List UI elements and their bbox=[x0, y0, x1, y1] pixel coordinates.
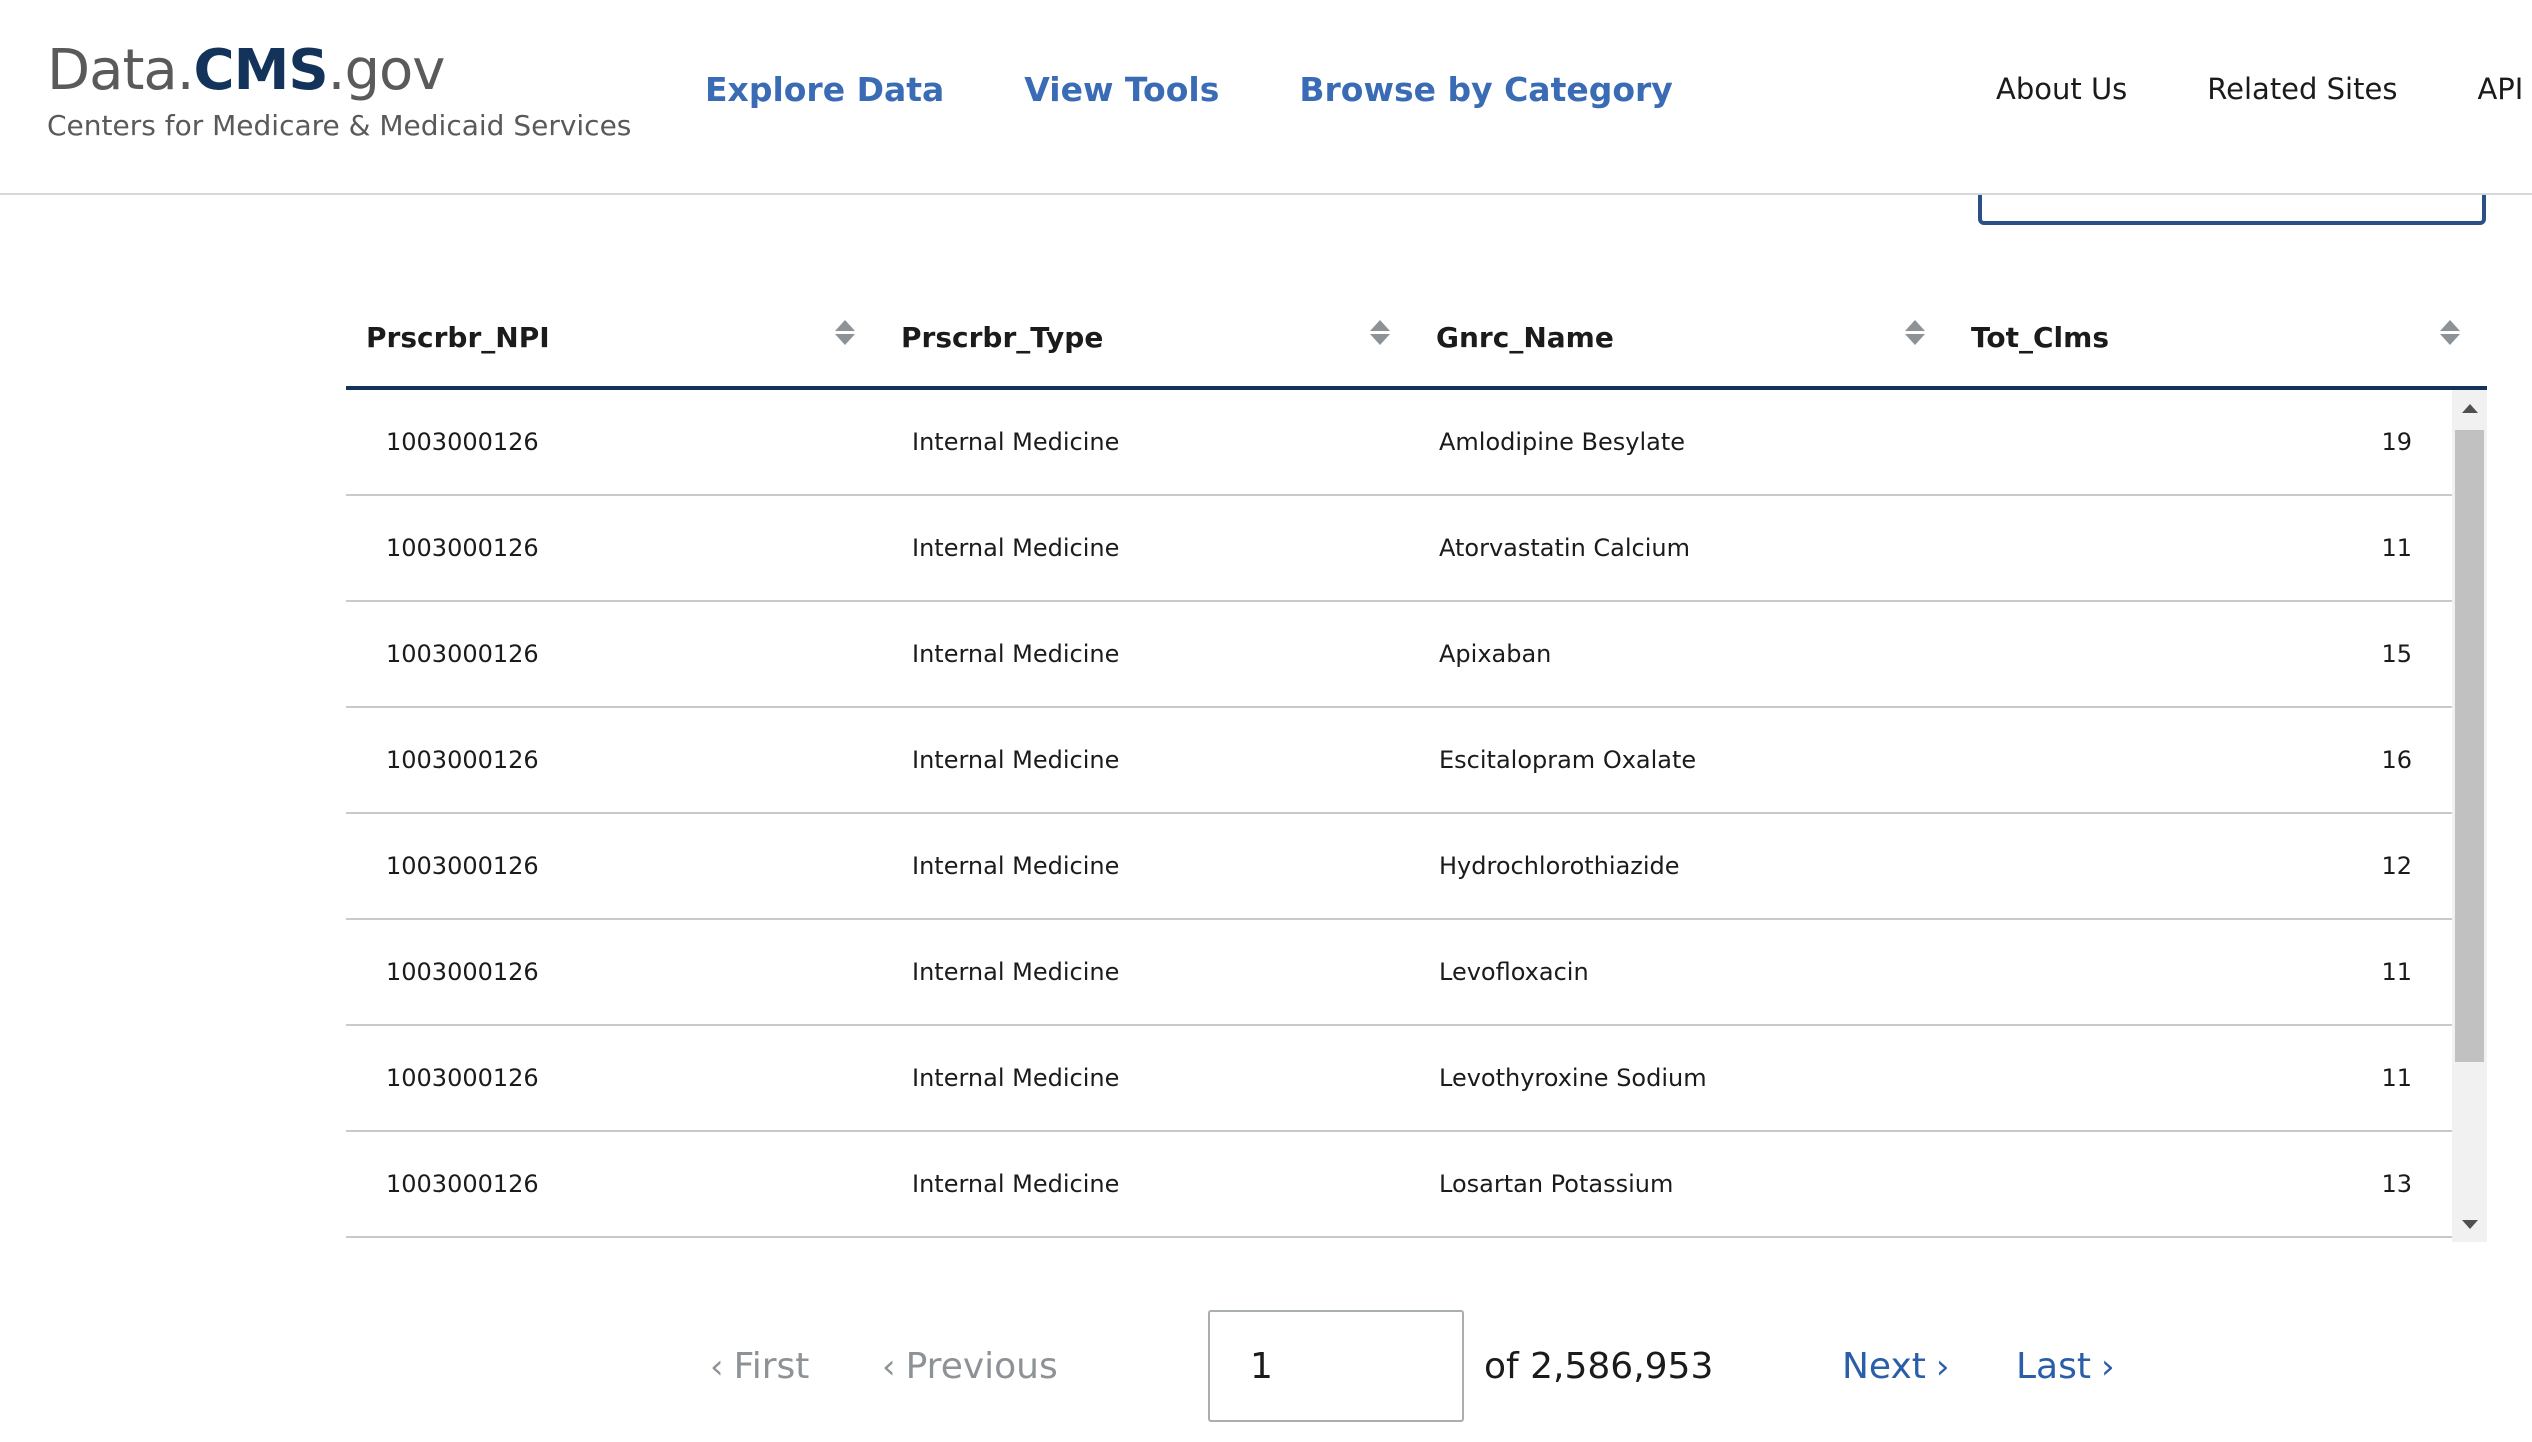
site-header: Data.CMS.gov Centers for Medicare & Medi… bbox=[0, 0, 2532, 195]
chevron-right-icon: › bbox=[2101, 1346, 2115, 1387]
data-table: Prscrbr_NPI Prscrbr_Type Gnrc_Name Tot_C… bbox=[346, 288, 2487, 1242]
cell-type: Internal Medicine bbox=[912, 852, 1120, 880]
page-number-input[interactable] bbox=[1208, 1310, 1464, 1422]
sort-icon[interactable] bbox=[1370, 318, 1390, 348]
cell-npi: 1003000126 bbox=[386, 1064, 539, 1092]
cell-npi: 1003000126 bbox=[386, 958, 539, 986]
cell-npi: 1003000126 bbox=[386, 428, 539, 456]
cell-total-claims: 15 bbox=[2381, 640, 2412, 668]
cell-type: Internal Medicine bbox=[912, 1064, 1120, 1092]
cell-npi: 1003000126 bbox=[386, 852, 539, 880]
chevron-right-icon: › bbox=[1935, 1346, 1950, 1387]
sort-icon[interactable] bbox=[2440, 318, 2460, 348]
table-header: Prscrbr_NPI Prscrbr_Type Gnrc_Name Tot_C… bbox=[346, 288, 2487, 390]
table-row[interactable]: 1003000126 Internal Medicine Atorvastati… bbox=[346, 496, 2452, 602]
next-page-button[interactable]: Next › bbox=[1842, 1346, 1949, 1387]
cell-npi: 1003000126 bbox=[386, 1170, 539, 1198]
logo-prefix: Data. bbox=[47, 38, 195, 103]
column-header-tot-clms[interactable]: Tot_Clms bbox=[1971, 288, 2109, 386]
scroll-up-arrow-icon[interactable] bbox=[2462, 404, 2478, 413]
cell-npi: 1003000126 bbox=[386, 534, 539, 562]
scroll-down-arrow-icon[interactable] bbox=[2462, 1220, 2478, 1229]
cell-generic-name: Apixaban bbox=[1439, 640, 1552, 668]
primary-nav: Explore Data View Tools Browse by Catego… bbox=[705, 70, 1673, 109]
cell-type: Internal Medicine bbox=[912, 746, 1120, 774]
cell-total-claims: 11 bbox=[2381, 1064, 2412, 1092]
table-row[interactable]: 1003000126 Internal Medicine Hydrochloro… bbox=[346, 814, 2452, 920]
column-header-label: Prscrbr_NPI bbox=[366, 320, 550, 354]
cell-type: Internal Medicine bbox=[912, 958, 1120, 986]
chevron-left-icon: ‹ bbox=[710, 1346, 724, 1387]
scroll-thumb[interactable] bbox=[2455, 430, 2484, 1062]
logo-suffix: .gov bbox=[327, 38, 446, 103]
last-page-button[interactable]: Last › bbox=[2016, 1346, 2115, 1387]
cell-total-claims: 19 bbox=[2381, 428, 2412, 456]
cell-generic-name: Losartan Potassium bbox=[1439, 1170, 1674, 1198]
chevron-left-icon: ‹ bbox=[882, 1346, 896, 1387]
logo-subtitle: Centers for Medicare & Medicaid Services bbox=[47, 109, 632, 142]
secondary-nav: About Us Related Sites API Do bbox=[1996, 72, 2532, 106]
total-pages-label: of 2,586,953 bbox=[1484, 1346, 1714, 1387]
table-row[interactable]: 1003000126 Internal Medicine Apixaban 15 bbox=[346, 602, 2452, 708]
table-body[interactable]: 1003000126 Internal Medicine Amlodipine … bbox=[346, 390, 2487, 1242]
nav-related-sites[interactable]: Related Sites bbox=[2207, 72, 2397, 106]
next-page-label: Next bbox=[1842, 1346, 1926, 1387]
cell-total-claims: 13 bbox=[2381, 1170, 2412, 1198]
cell-npi: 1003000126 bbox=[386, 746, 539, 774]
first-page-button[interactable]: ‹ First bbox=[710, 1346, 809, 1387]
cell-total-claims: 16 bbox=[2381, 746, 2412, 774]
cell-generic-name: Amlodipine Besylate bbox=[1439, 428, 1686, 456]
cell-total-claims: 11 bbox=[2381, 958, 2412, 986]
cell-total-claims: 11 bbox=[2381, 534, 2412, 562]
cell-type: Internal Medicine bbox=[912, 534, 1120, 562]
cell-generic-name: Levothyroxine Sodium bbox=[1439, 1064, 1707, 1092]
sort-icon[interactable] bbox=[835, 318, 855, 348]
column-header-label: Tot_Clms bbox=[1971, 320, 2109, 354]
column-header-prscrbr-type[interactable]: Prscrbr_Type bbox=[901, 288, 1103, 386]
nav-view-tools[interactable]: View Tools bbox=[1024, 70, 1219, 109]
nav-about-us[interactable]: About Us bbox=[1996, 72, 2127, 106]
search-box-partial[interactable] bbox=[1978, 195, 2486, 225]
pagination: ‹ First ‹ Previous of 2,586,953 Next › L… bbox=[0, 1310, 2532, 1422]
cell-type: Internal Medicine bbox=[912, 428, 1120, 456]
nav-api-docs[interactable]: API Do bbox=[2477, 72, 2532, 106]
first-page-label: First bbox=[733, 1346, 810, 1387]
cell-generic-name: Atorvastatin Calcium bbox=[1439, 534, 1690, 562]
cell-type: Internal Medicine bbox=[912, 640, 1120, 668]
sort-icon[interactable] bbox=[1905, 318, 1925, 348]
column-header-label: Gnrc_Name bbox=[1436, 320, 1614, 354]
last-page-label: Last bbox=[2016, 1346, 2091, 1387]
table-row[interactable]: 1003000126 Internal Medicine Losartan Po… bbox=[346, 1132, 2452, 1238]
nav-explore-data[interactable]: Explore Data bbox=[705, 70, 944, 109]
table-row[interactable]: 1003000126 Internal Medicine Escitalopra… bbox=[346, 708, 2452, 814]
logo-brand: CMS bbox=[193, 38, 329, 103]
previous-page-label: Previous bbox=[905, 1346, 1058, 1387]
table-row[interactable]: 1003000126 Internal Medicine Levothyroxi… bbox=[346, 1026, 2452, 1132]
logo-wordmark[interactable]: Data.CMS.gov bbox=[47, 38, 631, 104]
cell-generic-name: Escitalopram Oxalate bbox=[1439, 746, 1697, 774]
nav-browse-by-category[interactable]: Browse by Category bbox=[1299, 70, 1672, 109]
cell-generic-name: Hydrochlorothiazide bbox=[1439, 852, 1680, 880]
site-logo[interactable]: Data.CMS.gov Centers for Medicare & Medi… bbox=[47, 38, 631, 143]
table-row[interactable]: 1003000126 Internal Medicine Amlodipine … bbox=[346, 390, 2452, 496]
column-header-gnrc-name[interactable]: Gnrc_Name bbox=[1436, 288, 1614, 386]
column-header-prscrbr-npi[interactable]: Prscrbr_NPI bbox=[366, 288, 550, 386]
cell-type: Internal Medicine bbox=[912, 1170, 1120, 1198]
table-row[interactable]: 1003000126 Internal Medicine Levofloxaci… bbox=[346, 920, 2452, 1026]
cell-npi: 1003000126 bbox=[386, 640, 539, 668]
previous-page-button[interactable]: ‹ Previous bbox=[882, 1346, 1058, 1387]
cell-generic-name: Levofloxacin bbox=[1439, 958, 1589, 986]
cell-total-claims: 12 bbox=[2381, 852, 2412, 880]
column-header-label: Prscrbr_Type bbox=[901, 320, 1104, 354]
table-scrollbar[interactable] bbox=[2452, 390, 2487, 1242]
